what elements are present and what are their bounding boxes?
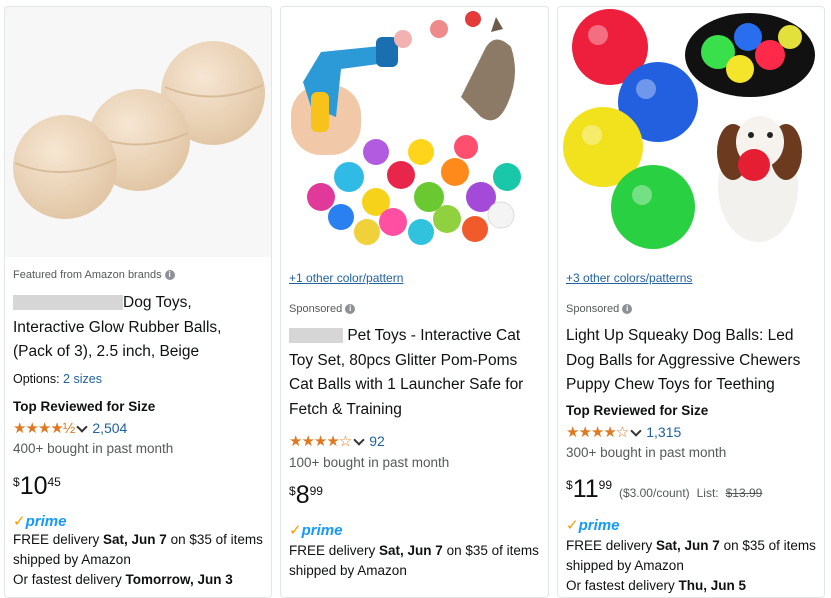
product-image-led-balls[interactable]	[558, 7, 824, 257]
rating-row[interactable]: ★★★★☆ 1,315	[566, 423, 818, 442]
featured-label: Featured from Amazon brands i	[13, 269, 265, 281]
product-title[interactable]: Light Up Squeaky Dog Balls: Led Dog Ball…	[566, 324, 818, 398]
info-icon[interactable]: i	[345, 304, 356, 315]
price[interactable]: $1045	[13, 472, 265, 501]
product-card-1[interactable]: Featured from Amazon brands i Dog Toys, I…	[4, 6, 272, 598]
rating-count[interactable]: 92	[369, 433, 385, 449]
product-card-3[interactable]: +3 other colors/patterns Sponsored i Ligh…	[557, 6, 825, 598]
sponsored-label: Sponsored i	[289, 303, 542, 315]
bought-count: 100+ bought in past month	[289, 455, 450, 470]
price[interactable]: $1199 ($3.00/count) List: $13.99	[566, 475, 818, 504]
prime-logo: ✓prime	[289, 522, 343, 539]
redacted-brand	[13, 295, 123, 311]
list-label: List:	[696, 486, 719, 500]
top-reviewed-badge: Top Reviewed for Size	[566, 403, 709, 418]
star-rating-icon[interactable]: ★★★★☆	[289, 433, 352, 450]
chevron-down-icon[interactable]	[630, 425, 642, 437]
options-link[interactable]: 2 sizes	[63, 372, 102, 386]
rating-row[interactable]: ★★★★½ 2,504	[13, 419, 265, 438]
check-icon: ✓	[566, 517, 579, 534]
rating-row[interactable]: ★★★★☆ 92	[289, 432, 542, 451]
rating-count[interactable]: 1,315	[646, 424, 681, 440]
product-image-rubber-balls[interactable]	[5, 7, 271, 257]
chevron-down-icon[interactable]	[353, 434, 365, 446]
bought-count: 400+ bought in past month	[13, 441, 174, 456]
color-options-link[interactable]: +1 other color/pattern	[289, 271, 542, 285]
product-card-2[interactable]: +1 other color/pattern Sponsored i Pet To…	[280, 6, 549, 598]
delivery-info: FREE delivery Sat, Jun 7 on $35 of items…	[566, 538, 816, 593]
info-icon[interactable]: i	[622, 304, 633, 315]
sponsored-label: Sponsored i	[566, 303, 818, 315]
prime-logo: ✓prime	[566, 517, 620, 534]
star-rating-icon[interactable]: ★★★★½	[13, 420, 75, 437]
unit-price: ($3.00/count)	[618, 486, 690, 500]
chevron-down-icon[interactable]	[76, 421, 88, 433]
check-icon: ✓	[13, 513, 26, 530]
options-row: Options: 2 sizes	[13, 372, 102, 386]
product-title[interactable]: Dog Toys, Interactive Glow Rubber Balls,…	[13, 291, 265, 365]
price[interactable]: $899	[289, 481, 542, 510]
prime-logo: ✓prime	[13, 513, 67, 530]
star-rating-icon[interactable]: ★★★★☆	[566, 424, 629, 441]
color-options-link[interactable]: +3 other colors/patterns	[566, 271, 818, 285]
top-reviewed-badge: Top Reviewed for Size	[13, 399, 156, 414]
delivery-info: FREE delivery Sat, Jun 7 on $35 of items…	[13, 532, 263, 587]
check-icon: ✓	[289, 522, 302, 539]
product-image-cat-pompoms[interactable]	[281, 7, 548, 257]
info-icon[interactable]: i	[164, 270, 175, 281]
delivery-info: FREE delivery Sat, Jun 7 on $35 of items…	[289, 543, 539, 578]
bought-count: 300+ bought in past month	[566, 445, 727, 460]
product-title[interactable]: Pet Toys - Interactive Cat Toy Set, 80pc…	[289, 324, 542, 422]
list-price: $13.99	[725, 486, 763, 500]
rating-count[interactable]: 2,504	[92, 420, 127, 436]
redacted-brand	[289, 328, 343, 344]
